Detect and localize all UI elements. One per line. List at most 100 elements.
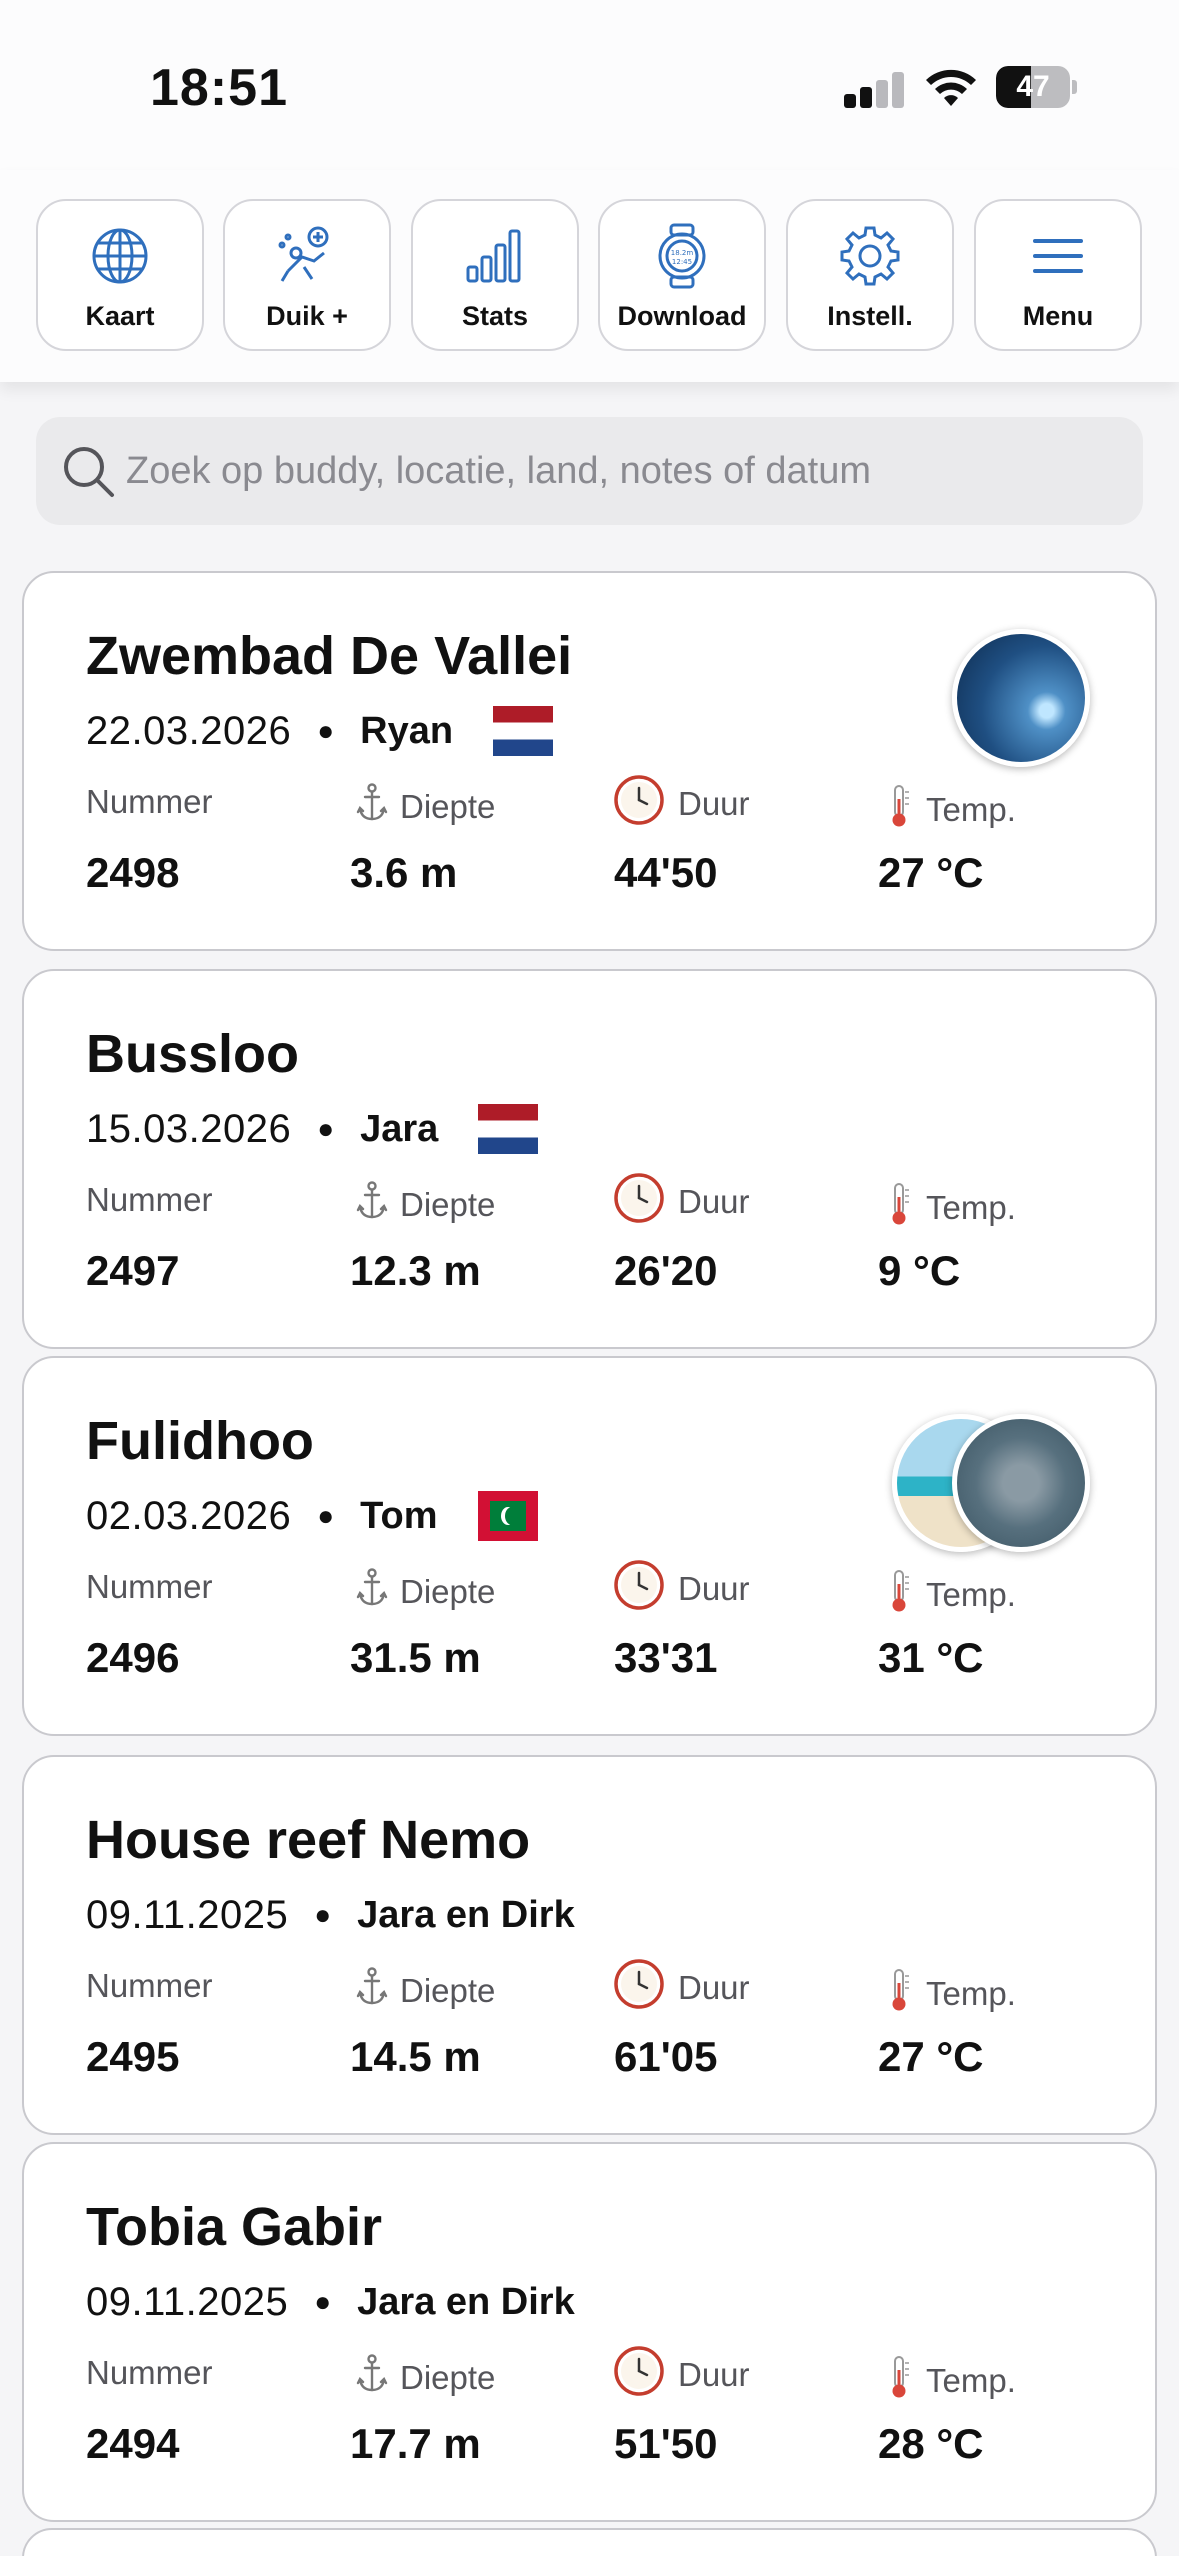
stats-button[interactable]: Stats [411, 199, 579, 351]
add-dive-button[interactable]: Duik + [223, 199, 391, 351]
dive-meta: 09.11.2025 ● Jara en Dirk [86, 2276, 575, 2328]
anchor-icon [356, 783, 400, 831]
add-dive-button-label: Duik + [266, 301, 348, 331]
dive-duration: 26'20 [614, 1247, 718, 1294]
settings-button[interactable]: Instell. [786, 199, 954, 351]
map-button-label: Kaart [85, 301, 155, 331]
download-button[interactable]: 18.2m 12:45 Download [598, 199, 766, 351]
thermometer-icon [884, 2354, 926, 2408]
anchor-icon [356, 1967, 400, 2015]
dive-duration: 33'31 [614, 1634, 718, 1681]
dive-buddy: Ryan [360, 709, 454, 752]
duration-label: Duur [612, 1558, 750, 1620]
duration-label: Duur [612, 1957, 750, 2019]
download-button-label: Download [617, 301, 747, 331]
thermometer-icon [884, 783, 926, 837]
dive-temperature: 28 °C [878, 2420, 984, 2467]
separator-dot: ● [317, 715, 335, 746]
clock-icon [612, 2344, 678, 2406]
toolbar: Kaart Duik + Stats 18.2m 12:45 Download … [0, 170, 1179, 382]
dive-site-name: Zwembad De Vallei [86, 626, 573, 686]
duration-label: Duur [612, 773, 750, 835]
diver-add-icon [278, 226, 329, 282]
number-label: Nummer [86, 2354, 213, 2391]
dive-temperature: 27 °C [878, 849, 984, 896]
depth-label: Diepte [356, 1181, 495, 1229]
dive-depth: 12.3 m [350, 1247, 481, 1294]
menu-button-label: Menu [1022, 301, 1094, 331]
clock-icon [612, 1171, 678, 1233]
thermometer-icon [884, 1181, 926, 1235]
duration-label: Duur [612, 2344, 750, 2406]
temperature-label: Temp. [884, 783, 1016, 837]
dive-meta: 15.03.2026 ● Jara [86, 1103, 539, 1155]
hamburger-icon [1033, 239, 1083, 273]
dive-date: 15.03.2026 [86, 1106, 292, 1151]
dive-card-partial[interactable] [22, 2528, 1157, 2556]
dive-number: 2494 [86, 2420, 180, 2467]
dive-number: 2498 [86, 849, 180, 896]
number-label: Nummer [86, 1181, 213, 1218]
anchor-icon [356, 1181, 400, 1229]
dive-site-name: House reef Nemo [86, 1810, 531, 1870]
settings-button-label: Instell. [827, 301, 913, 331]
dive-number: 2495 [86, 2033, 180, 2080]
separator-dot: ● [314, 2286, 332, 2317]
dive-buddy: Jara en Dirk [357, 2280, 575, 2323]
dive-temperature: 27 °C [878, 2033, 984, 2080]
dive-computer-icon: 18.2m 12:45 [658, 223, 706, 289]
temperature-label: Temp. [884, 1181, 1016, 1235]
depth-label: Diepte [356, 1967, 495, 2015]
dive-depth: 31.5 m [350, 1634, 481, 1681]
thermometer-icon [884, 1967, 926, 2021]
dive-temperature: 9 °C [878, 1247, 961, 1294]
dive-temperature: 31 °C [878, 1634, 984, 1681]
separator-dot: ● [317, 1500, 335, 1531]
dive-date: 02.03.2026 [86, 1493, 292, 1538]
duration-label: Duur [612, 1171, 750, 1233]
netherlands-flag-icon [493, 706, 554, 756]
dive-card[interactable]: Tobia Gabir 09.11.2025 ● Jara en Dirk Nummer… [22, 2142, 1157, 2522]
dive-meta: 09.11.2025 ● Jara en Dirk [86, 1889, 575, 1941]
dive-date: 22.03.2026 [86, 708, 292, 753]
dive-card[interactable]: Fulidhoo 02.03.2026 ● Tom Nummer Diepte Duur Te… [22, 1356, 1157, 1736]
dive-number: 2496 [86, 1634, 180, 1681]
separator-dot: ● [314, 1899, 332, 1930]
dive-site-name: Tobia Gabir [86, 2197, 383, 2257]
dive-date: 09.11.2025 [86, 2279, 289, 2324]
number-label: Nummer [86, 1967, 213, 2004]
dive-number: 2497 [86, 1247, 180, 1294]
bar-chart-icon [466, 229, 521, 283]
svg-text:12:45: 12:45 [672, 258, 692, 266]
depth-label: Diepte [356, 2354, 495, 2402]
dive-photo-thumbnail[interactable] [952, 629, 1090, 767]
anchor-icon [356, 1568, 400, 1616]
map-button[interactable]: Kaart [36, 199, 204, 351]
dive-buddy: Jara [360, 1107, 439, 1150]
clock-icon [612, 1558, 678, 1620]
temperature-label: Temp. [884, 2354, 1016, 2408]
dive-duration: 51'50 [614, 2420, 718, 2467]
anchor-icon [356, 2354, 400, 2402]
depth-label: Diepte [356, 1568, 495, 1616]
depth-label: Diepte [356, 783, 495, 831]
temperature-label: Temp. [884, 1967, 1016, 2021]
number-label: Nummer [86, 1568, 213, 1605]
temperature-label: Temp. [884, 1568, 1016, 1622]
netherlands-flag-icon [478, 1104, 539, 1154]
dive-photo-thumbnail[interactable] [952, 1414, 1090, 1552]
search-input[interactable] [126, 435, 1116, 507]
menu-button[interactable]: Menu [974, 199, 1142, 351]
dive-depth: 3.6 m [350, 849, 458, 896]
clock-icon [612, 773, 678, 835]
dive-card[interactable]: Zwembad De Vallei 22.03.2026 ● Ryan Nummer Di… [22, 571, 1157, 951]
separator-dot: ● [317, 1113, 335, 1144]
thermometer-icon [884, 1568, 926, 1622]
stats-button-label: Stats [461, 301, 529, 331]
dive-card[interactable]: House reef Nemo 09.11.2025 ● Jara en Dirk Nu… [22, 1755, 1157, 2135]
dive-card[interactable]: Bussloo 15.03.2026 ● Jara Nummer Diepte Duur Te… [22, 969, 1157, 1349]
number-label: Nummer [86, 783, 213, 820]
globe-icon [92, 228, 148, 284]
status-time: 18:51 [150, 59, 288, 117]
dive-site-name: Fulidhoo [86, 1411, 314, 1471]
